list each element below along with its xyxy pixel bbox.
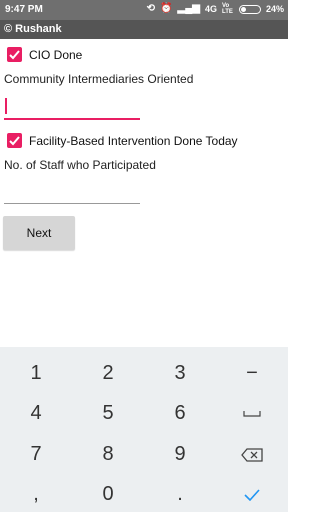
backspace-icon (241, 447, 263, 462)
key-backspace[interactable] (216, 434, 288, 475)
community-intermediaries-label: Community Intermediaries Oriented (4, 72, 194, 86)
app-title: © Rushank (4, 23, 62, 35)
facility-intervention-label[interactable]: Facility-Based Intervention Done Today (29, 134, 238, 148)
cio-done-checkbox[interactable] (7, 47, 22, 62)
key-0[interactable]: 0 (72, 474, 144, 515)
cio-done-label[interactable]: CIO Done (29, 48, 82, 62)
next-button[interactable]: Next (3, 216, 75, 250)
facility-intervention-checkbox[interactable] (7, 133, 22, 148)
numeric-keyboard: 1 2 3 − 4 5 6 7 8 9 , 0 . (0, 347, 288, 512)
status-bar: 9:47 PM ⟲ ⏰ ▂▄▆ 4G Vo LTE 24% (0, 0, 288, 20)
space-icon (243, 410, 261, 417)
key-8[interactable]: 8 (72, 434, 144, 475)
app-bar: © Rushank (0, 20, 288, 39)
staff-participated-label: No. of Staff who Participated (4, 158, 156, 172)
sync-icon: ⟲ (146, 3, 156, 14)
key-7[interactable]: 7 (0, 434, 72, 475)
community-intermediaries-input[interactable] (4, 96, 140, 120)
signal-icon: ▂▄▆ (177, 3, 200, 14)
check-icon (9, 136, 20, 146)
battery-icon (238, 4, 261, 14)
key-4[interactable]: 4 (0, 393, 72, 434)
clock: 9:47 PM (5, 4, 43, 15)
status-icons: ⟲ ⏰ ▂▄▆ 4G Vo LTE 24% (147, 3, 284, 15)
check-icon (9, 50, 20, 60)
checkmark-icon (244, 488, 260, 501)
staff-participated-input[interactable] (4, 181, 140, 204)
key-6[interactable]: 6 (144, 393, 216, 434)
text-cursor (5, 98, 7, 114)
key-9[interactable]: 9 (144, 434, 216, 475)
network-type: 4G (204, 4, 217, 14)
volte-indicator: Vo LTE (221, 3, 233, 15)
key-5[interactable]: 5 (72, 393, 144, 434)
key-done[interactable] (216, 474, 288, 515)
key-space[interactable] (216, 393, 288, 434)
key-minus[interactable]: − (216, 353, 288, 394)
key-period[interactable]: . (144, 474, 216, 515)
alarm-icon: ⏰ (160, 3, 173, 14)
key-comma[interactable]: , (0, 474, 72, 515)
battery-percent: 24% (265, 4, 284, 14)
key-1[interactable]: 1 (0, 353, 72, 394)
key-3[interactable]: 3 (144, 353, 216, 394)
key-2[interactable]: 2 (72, 353, 144, 394)
